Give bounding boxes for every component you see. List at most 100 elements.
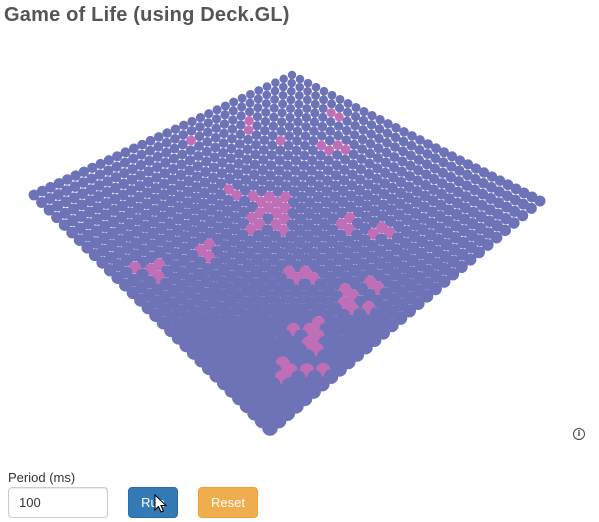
dead-cell[interactable]	[268, 121, 279, 132]
run-button[interactable]: Run	[128, 487, 178, 518]
dead-cell[interactable]	[310, 108, 320, 118]
dead-cell[interactable]	[350, 120, 360, 131]
dead-cell[interactable]	[343, 99, 353, 108]
dead-cell[interactable]	[269, 103, 279, 113]
dead-cell[interactable]	[246, 90, 255, 99]
dead-cell[interactable]	[303, 78, 313, 88]
dead-cell[interactable]	[253, 94, 263, 104]
dead-cell[interactable]	[220, 101, 230, 111]
dead-cell[interactable]	[237, 102, 247, 112]
dead-cell[interactable]	[335, 103, 345, 113]
dead-cell[interactable]	[326, 117, 336, 127]
dead-cell[interactable]	[278, 82, 288, 92]
dead-cell[interactable]	[202, 137, 213, 147]
dead-cell[interactable]	[301, 112, 312, 123]
dead-cell[interactable]	[294, 91, 304, 101]
dead-cell[interactable]	[311, 82, 321, 92]
dead-cell[interactable]	[270, 95, 280, 104]
dead-cell[interactable]	[245, 98, 255, 108]
dead-cell[interactable]	[366, 120, 377, 130]
dead-cell[interactable]	[302, 104, 312, 114]
dead-cell[interactable]	[302, 95, 312, 105]
dead-cell[interactable]	[287, 70, 297, 80]
dead-cell[interactable]	[269, 112, 279, 122]
dead-cell[interactable]	[375, 115, 385, 125]
dead-cell[interactable]	[187, 116, 197, 127]
dead-cell[interactable]	[342, 116, 352, 126]
dead-cell[interactable]	[228, 115, 238, 125]
dead-cell[interactable]	[262, 82, 272, 91]
dead-cell[interactable]	[534, 195, 546, 207]
dead-cell[interactable]	[277, 108, 287, 118]
dead-cell[interactable]	[254, 86, 264, 95]
dead-cell[interactable]	[333, 121, 344, 131]
dead-cell[interactable]	[195, 112, 206, 123]
dead-cell[interactable]	[310, 99, 320, 109]
dead-cell[interactable]	[229, 97, 239, 107]
dead-cell[interactable]	[170, 133, 180, 144]
dead-cell[interactable]	[219, 128, 229, 139]
dead-cell[interactable]	[516, 209, 529, 222]
dead-cell[interactable]	[285, 112, 295, 123]
dead-cell[interactable]	[220, 110, 230, 120]
dead-cell[interactable]	[262, 90, 272, 100]
dead-cell[interactable]	[211, 114, 222, 124]
dead-cell[interactable]	[367, 110, 377, 121]
alive-cell[interactable]	[326, 108, 336, 118]
dead-cell[interactable]	[153, 132, 164, 142]
dead-cell[interactable]	[178, 129, 189, 140]
dead-cell[interactable]	[195, 122, 205, 132]
dead-cell[interactable]	[252, 121, 262, 131]
dead-cell[interactable]	[286, 95, 296, 105]
reset-button[interactable]: Reset	[198, 487, 258, 518]
dead-cell[interactable]	[318, 103, 328, 114]
dead-cell[interactable]	[162, 128, 172, 138]
dead-cell[interactable]	[309, 117, 320, 127]
dead-cell[interactable]	[271, 78, 280, 87]
dead-cell[interactable]	[383, 119, 393, 129]
dead-cell[interactable]	[227, 124, 238, 134]
dead-cell[interactable]	[212, 105, 222, 115]
dead-cell[interactable]	[327, 90, 337, 100]
dead-cell[interactable]	[245, 107, 255, 117]
dead-cell[interactable]	[279, 74, 288, 84]
dead-cell[interactable]	[358, 115, 369, 126]
dead-cell[interactable]	[219, 119, 230, 129]
dead-cell[interactable]	[253, 103, 263, 113]
dead-cell[interactable]	[284, 121, 295, 132]
dead-cell[interactable]	[285, 103, 296, 114]
dead-cell[interactable]	[292, 126, 303, 137]
dead-cell[interactable]	[319, 95, 329, 105]
dead-cell[interactable]	[525, 202, 537, 214]
dead-cell[interactable]	[261, 107, 271, 117]
alive-cell[interactable]	[334, 112, 344, 122]
dead-cell[interactable]	[252, 111, 263, 122]
dead-cell[interactable]	[270, 86, 280, 96]
dead-cell[interactable]	[286, 86, 296, 96]
dead-cell[interactable]	[303, 87, 312, 96]
dead-cell[interactable]	[295, 74, 305, 84]
dead-cell[interactable]	[293, 117, 303, 127]
dead-cell[interactable]	[236, 120, 246, 130]
dead-cell[interactable]	[317, 121, 328, 132]
dead-cell[interactable]	[350, 111, 361, 122]
life-board-canvas[interactable]	[0, 0, 599, 460]
dead-cell[interactable]	[287, 78, 296, 88]
dead-cell[interactable]	[228, 106, 238, 116]
dead-cell[interactable]	[203, 118, 213, 128]
dead-cell[interactable]	[204, 109, 214, 119]
dead-cell[interactable]	[335, 94, 345, 104]
dead-cell[interactable]	[294, 99, 304, 109]
alive-cell[interactable]	[186, 135, 196, 146]
dead-cell[interactable]	[295, 82, 305, 92]
alive-cell[interactable]	[244, 116, 254, 126]
dead-cell[interactable]	[170, 124, 181, 134]
dead-cell[interactable]	[261, 99, 271, 109]
dead-cell[interactable]	[260, 125, 270, 136]
dead-cell[interactable]	[186, 126, 197, 136]
dead-cell[interactable]	[260, 116, 271, 127]
dead-cell[interactable]	[277, 117, 287, 127]
dead-cell[interactable]	[145, 135, 156, 146]
dead-cell[interactable]	[237, 93, 247, 103]
dead-cell[interactable]	[194, 131, 205, 142]
